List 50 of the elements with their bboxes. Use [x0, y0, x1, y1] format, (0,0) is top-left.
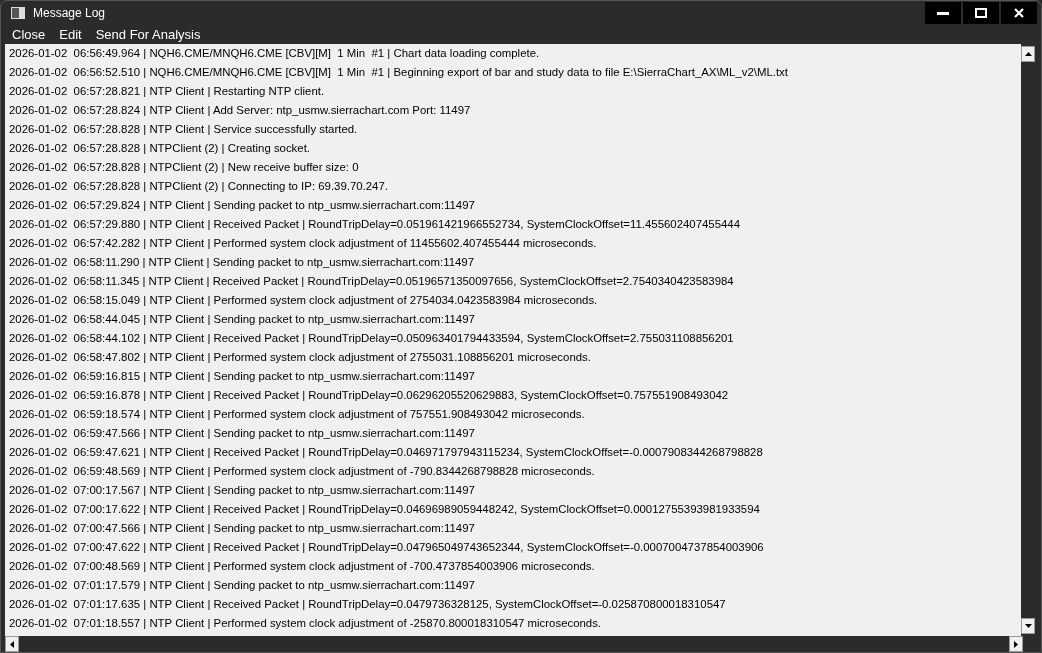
log-line: 2026-01-02 06:59:16.878 | NTP Client | Received Packet | RoundTripDelay=0.06296205520629883, SystemClockOffset=0.757551908493042 [9, 388, 730, 403]
log-line: 2026-01-02 06:58:15.049 | NTP Client | Performed system clock adjustment of 2754034.0423583984 microseconds. [9, 293, 599, 308]
log-line: 2026-01-02 06:58:44.045 | NTP Client | Sending packet to ntp_usmw.sierrachart.com:11497 [9, 312, 476, 327]
log-line: 2026-01-02 06:57:28.828 | NTPClient (2) | New receive buffer size: 0 [9, 160, 360, 175]
maximize-icon [975, 8, 987, 18]
scroll-up-button[interactable] [1021, 46, 1035, 62]
menu-item[interactable]: Send For Analysis [88, 26, 208, 43]
log-line: 2026-01-02 06:59:48.569 | NTP Client | Performed system clock adjustment of -790.8344268798828 microseconds. [9, 464, 596, 479]
menu-item[interactable]: Edit [52, 26, 89, 43]
minimize-button[interactable] [925, 2, 961, 24]
log-line: 2026-01-02 06:58:11.345 | NTP Client | Received Packet | RoundTripDelay=0.05196571350097656, SystemClockOffset=2.7540340423583984 [9, 274, 735, 289]
log-line: 2026-01-02 06:57:28.828 | NTPClient (2) | Creating socket. [9, 141, 311, 156]
scroll-right-button[interactable] [1009, 636, 1023, 652]
log-line: 2026-01-02 06:58:11.290 | NTP Client | Sending packet to ntp_usmw.sierrachart.com:11497 [9, 255, 475, 270]
log-line: 2026-01-02 06:59:47.566 | NTP Client | Sending packet to ntp_usmw.sierrachart.com:11497 [9, 426, 476, 441]
log-line: 2026-01-02 07:00:48.569 | NTP Client | Performed system clock adjustment of -700.4737854003906 microseconds. [9, 559, 596, 574]
log-line: 2026-01-02 06:57:28.821 | NTP Client | Restarting NTP client. [9, 84, 326, 99]
log-line: 2026-01-02 06:59:16.815 | NTP Client | Sending packet to ntp_usmw.sierrachart.com:11497 [9, 369, 476, 384]
log-line: 2026-01-02 06:58:44.102 | NTP Client | Received Packet | RoundTripDelay=0.050963401794433594, SystemClockOffset=2.755031108856201 [9, 331, 735, 346]
scroll-left-button[interactable] [5, 636, 19, 652]
maximize-button[interactable] [963, 2, 999, 24]
log-line: 2026-01-02 06:59:18.574 | NTP Client | Performed system clock adjustment of 757551.908493042 microseconds. [9, 407, 586, 422]
log-line: 2026-01-02 06:57:42.282 | NTP Client | Performed system clock adjustment of 11455602.407455444 microseconds. [9, 236, 598, 251]
left-arrow-icon [10, 640, 14, 648]
menu-item[interactable]: Close [5, 26, 53, 43]
log-line: 2026-01-02 06:56:52.510 | NQH6.CME/MNQH6.CME [CBV][M] 1 Min #1 | Beginning export of bar and study data to file E:\SierraChart_AX\ML_v2\ML.txt [9, 65, 789, 80]
down-arrow-icon [1024, 624, 1032, 628]
scroll-down-button[interactable] [1021, 618, 1035, 634]
log-line: 2026-01-02 06:57:28.824 | NTP Client | Add Server: ntp_usmw.sierrachart.com Port: 11497 [9, 103, 472, 118]
window-title: Message Log [33, 5, 106, 22]
log-line: 2026-01-02 06:57:29.880 | NTP Client | Received Packet | RoundTripDelay=0.051961421966552734, SystemClockOffset=11.455602407455444 [9, 217, 741, 232]
log-line: 2026-01-02 06:57:28.828 | NTP Client | Service successfully started. [9, 122, 359, 137]
close-button[interactable] [1001, 2, 1037, 24]
log-line: 2026-01-02 07:00:47.566 | NTP Client | Sending packet to ntp_usmw.sierrachart.com:11497 [9, 521, 476, 536]
close-icon [1014, 8, 1024, 18]
log-line: 2026-01-02 06:59:47.621 | NTP Client | Received Packet | RoundTripDelay=0.046971797943115234, SystemClockOffset=-0.0007908344268798828 [9, 445, 764, 460]
log-line: 2026-01-02 07:00:17.567 | NTP Client | Sending packet to ntp_usmw.sierrachart.com:11497 [9, 483, 476, 498]
minimize-icon [937, 11, 949, 15]
log-line: 2026-01-02 07:00:47.622 | NTP Client | Received Packet | RoundTripDelay=0.047965049743652344, SystemClockOffset=-0.0007004737854003906 [9, 540, 765, 555]
log-line: 2026-01-02 07:01:17.579 | NTP Client | Sending packet to ntp_usmw.sierrachart.com:11497 [9, 578, 476, 593]
app-icon [11, 7, 25, 19]
log-line: 2026-01-02 06:58:47.802 | NTP Client | Performed system clock adjustment of 2755031.108856201 microseconds. [9, 350, 592, 365]
log-line: 2026-01-02 06:56:49.964 | NQH6.CME/MNQH6.CME [CBV][M] 1 Min #1 | Chart data loading complete. [9, 46, 541, 61]
log-line: 2026-01-02 07:00:17.622 | NTP Client | Received Packet | RoundTripDelay=0.04696989059448242, SystemClockOffset=0.00012755393981933594 [9, 502, 761, 517]
log-line: 2026-01-02 07:01:17.635 | NTP Client | Received Packet | RoundTripDelay=0.0479736328125, SystemClockOffset=-0.025870800018310547 [9, 597, 727, 612]
right-arrow-icon [1014, 640, 1018, 648]
log-line: 2026-01-02 07:01:18.557 | NTP Client | Performed system clock adjustment of -25870.800018310547 microseconds. [9, 616, 603, 631]
up-arrow-icon [1024, 52, 1032, 56]
log-line: 2026-01-02 06:57:29.824 | NTP Client | Sending packet to ntp_usmw.sierrachart.com:11497 [9, 198, 476, 213]
log-line: 2026-01-02 06:57:28.828 | NTPClient (2) | Connecting to IP: 69.39.70.247. [9, 179, 389, 194]
